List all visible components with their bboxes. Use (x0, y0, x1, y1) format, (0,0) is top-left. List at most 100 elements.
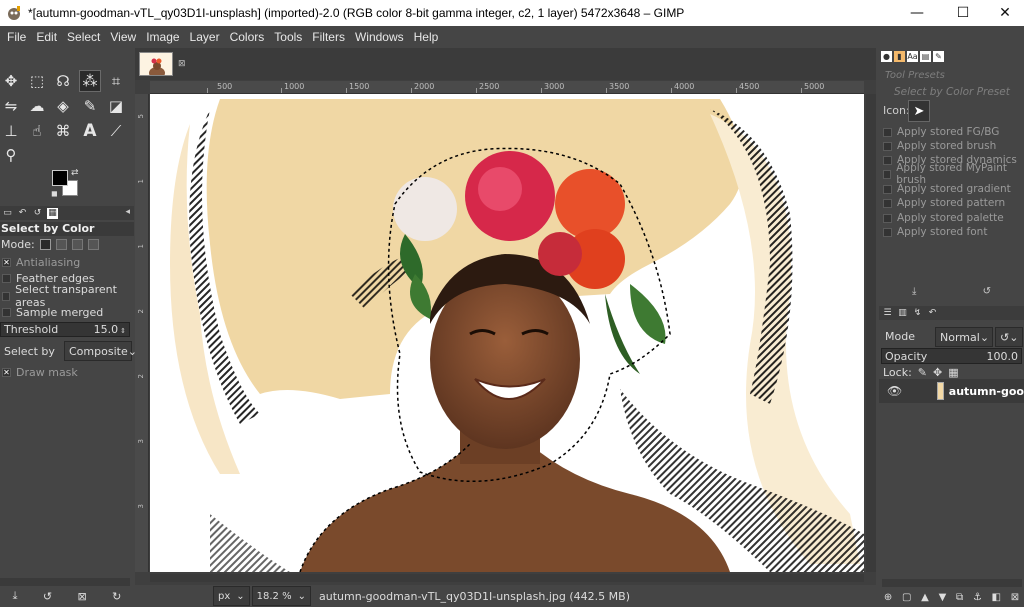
menu-edit[interactable]: Edit (31, 30, 62, 44)
preset-row[interactable]: Apply stored gradient (883, 182, 1011, 196)
smudge-icon[interactable]: ☝ (26, 120, 48, 142)
tab-fonts-icon[interactable]: Aa (907, 51, 918, 62)
tab-layers-icon[interactable]: ☰ (882, 308, 893, 319)
preset-icon-button[interactable]: ➤ (908, 100, 930, 122)
preset-row[interactable]: Apply stored brush (883, 139, 996, 153)
layer-mode-combo[interactable]: Normal ⌄ (935, 327, 993, 347)
rect-select-icon[interactable]: ⬚ (26, 70, 48, 92)
maximize-button[interactable]: ☐ (940, 0, 986, 26)
vertical-scrollbar[interactable] (866, 94, 876, 572)
crop-icon[interactable]: ⌗ (105, 70, 127, 92)
reset-options-icon[interactable]: ↻ (112, 590, 121, 603)
restore-options-icon[interactable]: ↺ (43, 590, 52, 603)
eye-icon[interactable]: 👁 (887, 384, 902, 398)
draw-mask-checkbox[interactable]: ✕ (2, 367, 11, 377)
tab-undo-icon[interactable]: ↺ (32, 208, 43, 219)
lock-pixels-icon[interactable]: ✎ (918, 366, 927, 379)
layer-row[interactable]: 👁 autumn-goo (879, 379, 1024, 403)
save-preset-icon[interactable]: ⤓ (912, 286, 916, 297)
menu-colors[interactable]: Colors (225, 30, 270, 44)
unit-combo[interactable]: px ⌄ (213, 586, 250, 606)
menu-filters[interactable]: Filters (307, 30, 350, 44)
mask-layer-icon[interactable]: ◧ (992, 592, 1001, 603)
draw-mask-row[interactable]: ✕ Draw mask (0, 364, 134, 380)
foreground-color[interactable] (52, 170, 68, 186)
threshold-slider[interactable]: Threshold 15.0 ⇕ (0, 322, 130, 337)
opacity-slider[interactable]: Opacity 100.0 (881, 348, 1022, 364)
tab-undo-icon[interactable]: ↶ (927, 308, 938, 319)
eraser-icon[interactable]: ◪ (105, 95, 127, 117)
transform-icon[interactable]: ⇋ (0, 95, 22, 117)
clone-icon[interactable]: ⊥ (0, 120, 22, 142)
duplicate-layer-icon[interactable]: ⧉ (956, 592, 963, 603)
color-picker-icon[interactable]: ⟋ (105, 120, 127, 142)
transparent-row[interactable]: Select transparent areas (0, 283, 134, 309)
delete-layer-icon[interactable]: ⊠ (1011, 592, 1019, 603)
tab-tool-presets-icon[interactable]: ✎ (933, 51, 944, 62)
preset-row[interactable]: Apply stored FG/BG (883, 125, 999, 139)
tab-tool-options-icon[interactable]: ▦ (47, 207, 58, 219)
lock-position-icon[interactable]: ✥ (933, 366, 942, 379)
paintbrush-icon[interactable]: ✎ (79, 95, 101, 117)
preset-row[interactable]: Apply stored font (883, 225, 987, 239)
reset-colors-icon[interactable]: ◼ (51, 189, 58, 198)
sample-merged-checkbox[interactable] (2, 307, 11, 317)
mode-intersect-icon[interactable] (87, 238, 99, 250)
horizontal-scrollbar[interactable] (150, 574, 864, 582)
warp-icon[interactable]: ☁ (26, 95, 48, 117)
preset-row[interactable]: Apply stored pattern (883, 196, 1005, 210)
anchor-layer-icon[interactable]: ⚓ (973, 592, 982, 603)
tab-brushes-icon[interactable]: ● (881, 51, 892, 62)
menu-tools[interactable]: Tools (269, 30, 307, 44)
menu-layer[interactable]: Layer (185, 30, 225, 44)
preset-row[interactable]: Apply stored palette (883, 211, 1004, 225)
tab-colors-icon[interactable]: ▮ (894, 51, 905, 62)
tab-undo-history-icon[interactable]: ↶ (17, 208, 28, 219)
paths-icon[interactable]: ⌘ (52, 120, 74, 142)
antialiasing-row[interactable]: ✕ Antialiasing (0, 254, 134, 270)
new-layer-icon[interactable]: ⊕ (884, 592, 892, 603)
bucket-fill-icon[interactable]: ◈ (52, 95, 74, 117)
mode-replace-icon[interactable] (39, 238, 51, 250)
move-tool-icon[interactable]: ✥ (0, 70, 22, 92)
tab-paths-icon[interactable]: ↯ (912, 308, 923, 319)
menu-select[interactable]: Select (62, 30, 105, 44)
menu-help[interactable]: Help (409, 30, 444, 44)
mode-add-icon[interactable] (55, 238, 67, 250)
select-by-color-icon[interactable]: ⁂ (79, 70, 101, 92)
raise-layer-icon[interactable]: ▲ (921, 592, 929, 603)
tab-channels-icon[interactable]: ▥ (897, 308, 908, 319)
swap-colors-icon[interactable]: ⇄ (71, 168, 79, 178)
select-by-combo[interactable]: Composite ⌄ (64, 341, 137, 361)
close-button[interactable]: ✕ (982, 0, 1024, 26)
lasso-icon[interactable]: ☊ (52, 70, 74, 92)
menu-file[interactable]: File (2, 30, 31, 44)
close-tab-icon[interactable]: ⊠ (178, 59, 186, 69)
text-tool-icon[interactable]: A (79, 120, 101, 142)
menu-view[interactable]: View (105, 30, 141, 44)
layer-mode-reset[interactable]: ↺⌄ (995, 327, 1023, 347)
mode-subtract-icon[interactable] (71, 238, 83, 250)
restore-preset-icon[interactable]: ↺ (983, 286, 991, 297)
new-group-icon[interactable]: ▢ (902, 592, 911, 603)
dock-menu-icon[interactable]: ◂ (125, 207, 130, 217)
spin-arrows-icon[interactable]: ⇕ (120, 327, 126, 335)
zoom-combo[interactable]: 18.2 % ⌄ (251, 586, 311, 606)
lower-layer-icon[interactable]: ▼ (939, 592, 947, 603)
image-tab-thumbnail[interactable] (139, 52, 173, 76)
tab-document-icon[interactable]: ▤ (920, 51, 931, 62)
preset-row[interactable]: Apply stored MyPaint brush (883, 162, 1024, 186)
lock-alpha-icon[interactable]: ▦ (948, 366, 958, 379)
menu-windows[interactable]: Windows (350, 30, 409, 44)
feather-checkbox[interactable] (2, 273, 11, 283)
delete-options-icon[interactable]: ⊠ (77, 590, 86, 603)
minimize-button[interactable]: — (894, 0, 940, 26)
antialiasing-checkbox[interactable]: ✕ (2, 257, 11, 267)
save-options-icon[interactable]: ⤓ (13, 589, 18, 603)
layers-scrollbar[interactable] (882, 579, 1022, 587)
transparent-checkbox[interactable] (2, 291, 11, 301)
tab-device-status-icon[interactable]: ▭ (2, 208, 13, 219)
fg-bg-colors[interactable]: ⇄ ◼ (51, 168, 82, 198)
image-canvas[interactable] (150, 94, 864, 572)
zoom-icon[interactable]: ⚲ (0, 144, 22, 166)
